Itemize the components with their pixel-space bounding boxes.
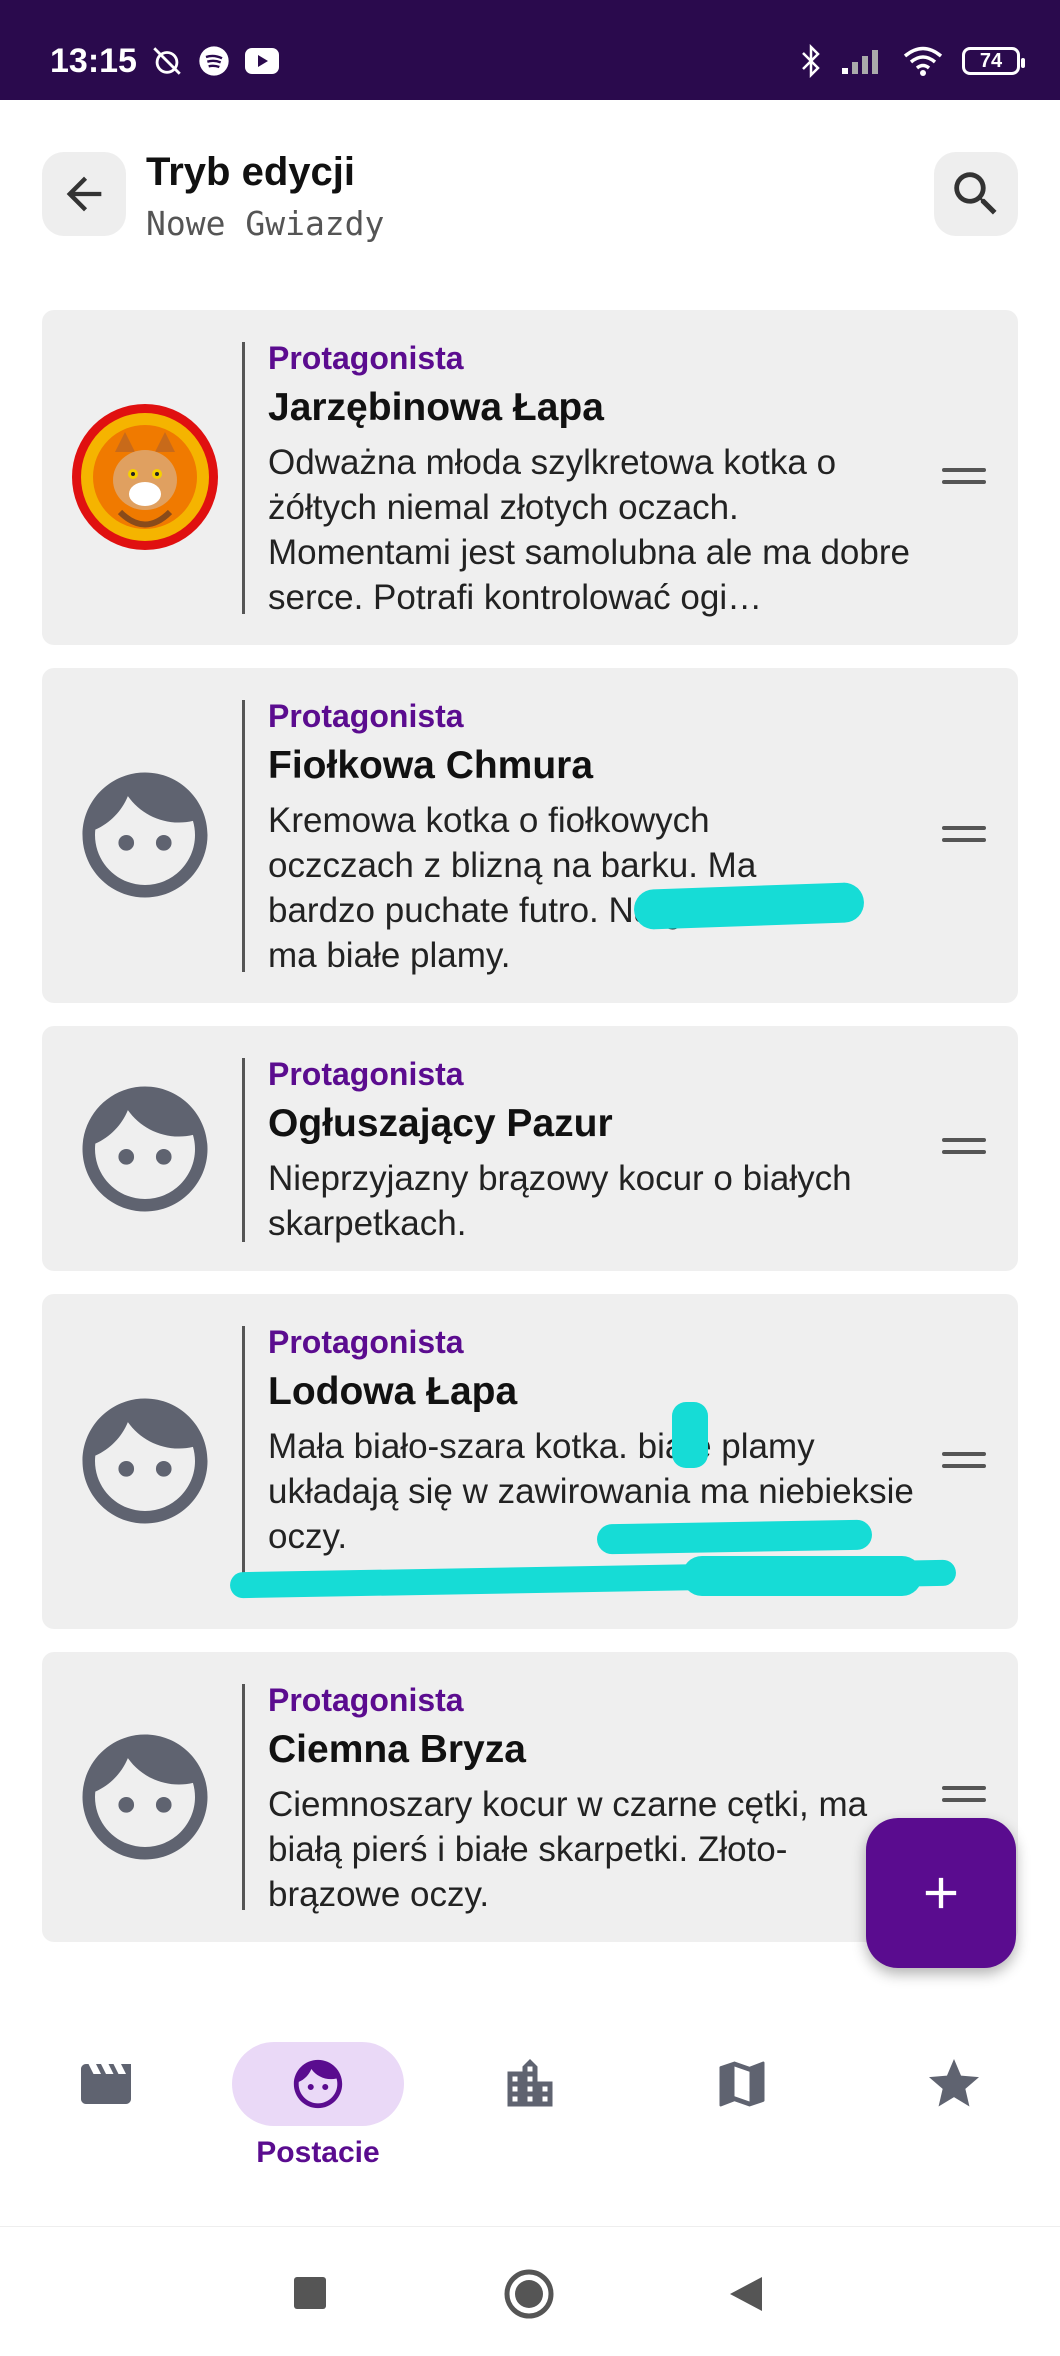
arrow-back-icon: [66, 176, 102, 212]
nav-icon-container: [444, 2042, 616, 2126]
character-card[interactable]: Protagonista Jarzębinowa Łapa Odważna mł…: [42, 310, 1018, 645]
status-bar: 13:15 74: [0, 0, 1060, 100]
status-icons-right: 74: [800, 44, 1025, 78]
nav-item-characters[interactable]: Postacie: [230, 2042, 406, 2212]
card-divider: [242, 1684, 245, 1910]
battery-level: 74: [979, 49, 1003, 72]
drag-handle-icon[interactable]: [942, 826, 986, 844]
back-button[interactable]: [42, 152, 126, 236]
character-role: Protagonista: [268, 698, 464, 734]
alarm-off-icon: [153, 47, 181, 75]
bottom-navigation: Postacie: [0, 2020, 1060, 2225]
character-name: Fiołkowa Chmura: [268, 744, 594, 787]
nav-icon-container: [20, 2042, 192, 2126]
drag-handle-icon[interactable]: [942, 1452, 986, 1470]
drag-handle-icon[interactable]: [942, 1138, 986, 1156]
signal-icon: [842, 50, 878, 74]
character-card[interactable]: Protagonista Fiołkowa Chmura Kremowa kot…: [42, 668, 1018, 1003]
character-role: Protagonista: [268, 1056, 464, 1092]
character-name: Ciemna Bryza: [268, 1728, 526, 1771]
scribble-marker: [672, 1402, 708, 1468]
character-role: Protagonista: [268, 1324, 464, 1360]
map-icon: [719, 2061, 765, 2107]
nav-item-places[interactable]: [442, 2042, 618, 2212]
scribble-marker: [682, 1556, 922, 1596]
drag-handle-icon[interactable]: [942, 1786, 986, 1804]
system-navigation-bar: [0, 2226, 1060, 2356]
spotify-icon: [199, 46, 229, 76]
bluetooth-icon: [802, 44, 820, 78]
character-role: Protagonista: [268, 340, 464, 376]
nav-icon-container: [656, 2042, 828, 2126]
wifi-icon: [903, 46, 943, 76]
card-divider: [242, 700, 245, 972]
nav-icon-container: [232, 2042, 404, 2126]
page-title: Tryb edycji: [146, 150, 355, 194]
card-divider: [242, 342, 245, 614]
face-avatar-icon: [82, 772, 208, 898]
character-name: Ogłuszający Pazur: [268, 1102, 613, 1145]
city-icon: [507, 2059, 553, 2107]
character-description: Ciemnoszary kocur w czarne cętki, ma bia…: [268, 1785, 868, 1914]
home-icon[interactable]: [503, 2268, 555, 2320]
character-avatar-image: [72, 404, 218, 550]
battery-icon: 74: [962, 47, 1025, 75]
nav-icon-container: [868, 2042, 1040, 2126]
character-description: Odważna młoda szylkretowa kotka o żółtyc…: [268, 443, 910, 617]
scribble-marker: [633, 881, 865, 931]
face-avatar-icon: [82, 1734, 208, 1860]
face-icon: [293, 2059, 343, 2109]
star-icon: [929, 2059, 979, 2107]
drag-handle-icon[interactable]: [942, 468, 986, 486]
search-icon: [954, 172, 997, 215]
character-card[interactable]: Protagonista Lodowa Łapa Mała biało-szar…: [42, 1294, 1018, 1629]
card-divider: [242, 1326, 245, 1598]
clapperboard-icon: [81, 2064, 131, 2104]
search-button[interactable]: [934, 152, 1018, 236]
recent-apps-icon[interactable]: [292, 2275, 328, 2311]
nav-item-scenes[interactable]: [18, 2042, 194, 2212]
plus-icon: [925, 1877, 957, 1909]
face-avatar-icon: [82, 1086, 208, 1212]
status-icons-left: [150, 44, 280, 78]
back-nav-icon[interactable]: [728, 2275, 764, 2313]
scribble-marker: [596, 1519, 873, 1555]
nav-item-favorites[interactable]: [866, 2042, 1042, 2212]
page-subtitle: Nowe Gwiazdy: [146, 204, 385, 243]
nav-item-map[interactable]: [654, 2042, 830, 2212]
status-time: 13:15: [50, 42, 137, 80]
character-description: Nieprzyjazny brązowy kocur o białych ska…: [268, 1159, 852, 1243]
character-role: Protagonista: [268, 1682, 464, 1718]
youtube-icon: [245, 48, 279, 74]
character-name: Jarzębinowa Łapa: [268, 386, 604, 429]
face-avatar-icon: [82, 1398, 208, 1524]
character-card[interactable]: Protagonista Ogłuszający Pazur Nieprzyja…: [42, 1026, 1018, 1271]
nav-label: Postacie: [256, 2136, 380, 2169]
card-divider: [242, 1058, 245, 1242]
add-character-button[interactable]: [866, 1818, 1016, 1968]
character-name: Lodowa Łapa: [268, 1370, 518, 1413]
top-app-bar: Tryb edycji Nowe Gwiazdy: [0, 100, 1060, 290]
